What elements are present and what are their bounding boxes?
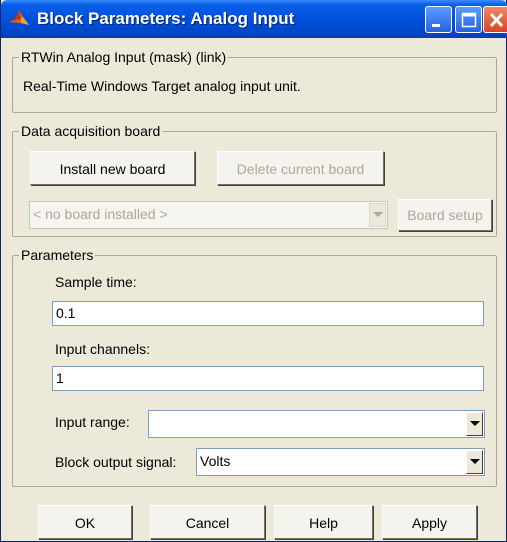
- matlab-icon: [9, 10, 29, 25]
- maximize-button[interactable]: [455, 6, 482, 33]
- board-setup-button[interactable]: Board setup: [398, 199, 492, 231]
- parameters-group-label: Parameters: [19, 246, 96, 264]
- install-board-button[interactable]: Install new board: [30, 151, 195, 185]
- input-channels-input[interactable]: 1: [52, 366, 484, 391]
- chevron-down-icon: [373, 212, 383, 217]
- apply-button[interactable]: Apply: [382, 505, 477, 539]
- chevron-down-icon: [470, 421, 480, 426]
- mask-group-label: RTWin Analog Input (mask) (link): [19, 48, 229, 66]
- title-bar[interactable]: Block Parameters: Analog Input: [1, 0, 507, 38]
- board-select-value: < no board installed >: [33, 206, 168, 222]
- daq-group-label: Data acquisition board: [19, 122, 163, 140]
- output-signal-arrow[interactable]: [466, 450, 483, 474]
- delete-board-button[interactable]: Delete current board: [217, 151, 384, 185]
- output-signal-label: Block output signal:: [55, 454, 177, 470]
- minimize-icon: [432, 24, 440, 27]
- cancel-button[interactable]: Cancel: [150, 505, 265, 539]
- daq-group: Data acquisition board Install new board…: [12, 122, 497, 237]
- input-channels-label: Input channels:: [55, 341, 150, 357]
- board-select[interactable]: < no board installed >: [29, 201, 388, 229]
- minimize-button[interactable]: [425, 6, 452, 33]
- dialog-window: Block Parameters: Analog Input RTWin Ana…: [0, 0, 507, 542]
- window-title: Block Parameters: Analog Input: [37, 9, 295, 28]
- ok-button[interactable]: OK: [38, 505, 132, 539]
- help-button[interactable]: Help: [274, 505, 373, 539]
- close-icon: [489, 12, 504, 28]
- close-button[interactable]: [483, 6, 507, 33]
- chevron-down-icon: [470, 459, 480, 464]
- output-signal-value: Volts: [200, 453, 231, 469]
- output-signal-select[interactable]: Volts: [196, 448, 485, 476]
- sample-time-input[interactable]: 0.1: [52, 301, 484, 326]
- mask-description: Real-Time Windows Target analog input un…: [23, 78, 301, 94]
- sample-time-label: Sample time:: [55, 274, 137, 290]
- mask-group: RTWin Analog Input (mask) (link) Real-Ti…: [12, 48, 497, 113]
- input-range-label: Input range:: [55, 414, 130, 430]
- board-select-arrow[interactable]: [369, 203, 386, 227]
- input-range-select[interactable]: [148, 410, 485, 438]
- parameters-group: Parameters Sample time: 0.1 Input channe…: [12, 246, 497, 487]
- input-range-arrow[interactable]: [466, 412, 483, 436]
- maximize-icon: [461, 12, 477, 28]
